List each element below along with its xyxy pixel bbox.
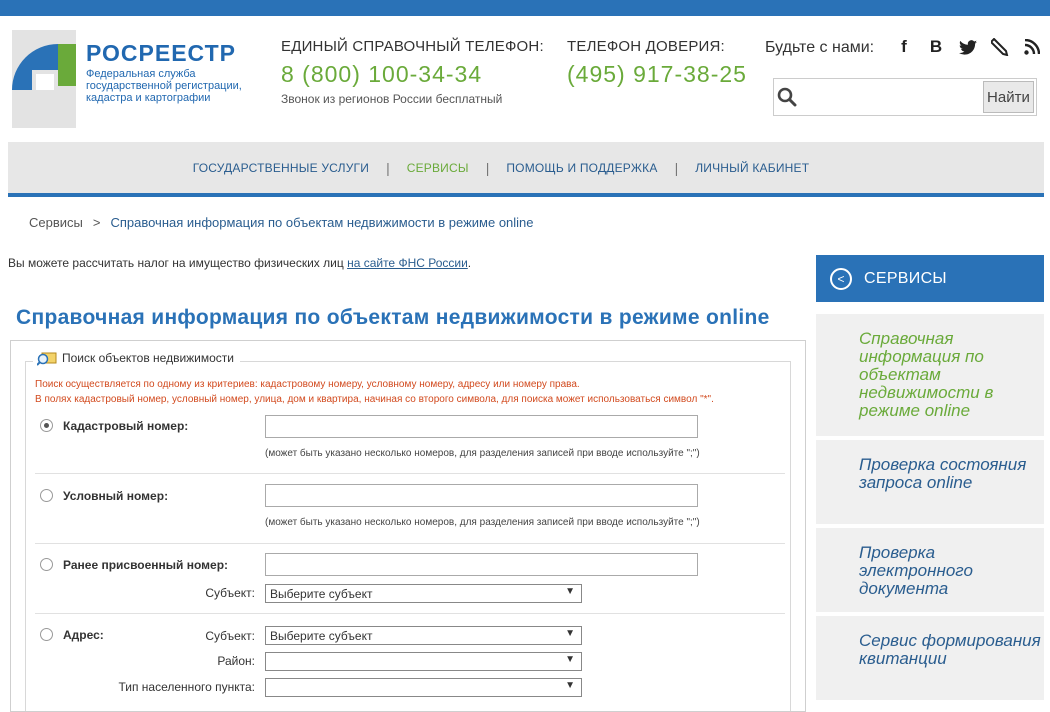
previous-subject-label: Субъект: xyxy=(205,586,255,600)
breadcrumb: Сервисы > Справочная информация по объекта… xyxy=(29,215,534,230)
nav-item-services[interactable]: СЕРВИСЫ xyxy=(407,161,469,175)
search-button[interactable]: Найти xyxy=(982,81,1034,113)
dropdown-arrow-icon: ▼ xyxy=(565,654,575,665)
page-title: Справочная информация по объектам недвиж… xyxy=(16,306,770,329)
row-divider xyxy=(35,613,785,614)
rosreestr-emblem-icon xyxy=(12,30,76,128)
sidebar-title: СЕРВИСЫ xyxy=(864,269,947,287)
tax-note-text: Вы можете рассчитать налог на имущество … xyxy=(8,256,348,270)
nav-item-cabinet[interactable]: ЛИЧНЫЙ КАБИНЕТ xyxy=(695,161,809,175)
note-line: В полях кадастровый номер, условный номе… xyxy=(35,394,714,405)
logo-title: РОСРЕЕСТР xyxy=(86,40,236,66)
cadastral-radio[interactable] xyxy=(40,419,53,432)
nav-separator: | xyxy=(674,159,679,176)
sidebar-item-receipt-service[interactable]: Сервис формирования квитанции xyxy=(816,616,1044,700)
breadcrumb-current: Справочная информация по объектам недвиж… xyxy=(110,215,534,230)
conditional-label: Условный номер: xyxy=(63,489,169,503)
conditional-input[interactable] xyxy=(265,484,698,507)
trust-line-block: ТЕЛЕФОН ДОВЕРИЯ: (495) 917-38-25 xyxy=(567,38,747,88)
search-icon xyxy=(774,79,800,115)
hotline-note: Звонок из регионов России бесплатный xyxy=(281,92,503,106)
select-value: Выберите субъект xyxy=(270,587,373,601)
hotline-number[interactable]: 8 (800) 100-34-34 xyxy=(281,61,544,88)
social-label: Будьте с нами: xyxy=(765,39,875,56)
legend-text: Поиск объектов недвижимости xyxy=(62,351,235,365)
cadastral-input[interactable] xyxy=(265,415,698,438)
dropdown-arrow-icon: ▼ xyxy=(565,680,575,691)
sidebar-item-request-status[interactable]: Проверка состояния запроса online xyxy=(816,440,1044,524)
sidebar-item-edoc-check[interactable]: Проверка электронного документа xyxy=(816,528,1044,612)
search-box: Найти xyxy=(773,78,1037,116)
settlement-type-label: Тип населенного пункта: xyxy=(118,680,255,694)
row-divider xyxy=(35,473,785,474)
livejournal-icon[interactable] xyxy=(989,36,1011,58)
fieldset-legend: Поиск объектов недвижимости xyxy=(33,350,241,366)
nav-separator: | xyxy=(386,159,390,176)
previous-number-input[interactable] xyxy=(265,553,698,576)
sidebar-item-reference-info[interactable]: Справочная информация по объектам недвиж… xyxy=(816,314,1044,436)
dropdown-arrow-icon: ▼ xyxy=(565,586,575,597)
conditional-hint: (может быть указано несколько номеров, д… xyxy=(265,517,700,528)
twitter-icon[interactable] xyxy=(957,36,979,58)
social-links: f B xyxy=(893,36,1043,58)
address-subject-label: Субъект: xyxy=(205,629,255,643)
breadcrumb-root[interactable]: Сервисы xyxy=(29,215,83,230)
previous-number-radio[interactable] xyxy=(40,558,53,571)
search-input[interactable] xyxy=(799,79,981,115)
fns-link[interactable]: на сайте ФНС России xyxy=(347,256,468,270)
logo-subtitle-line: Федеральная служба xyxy=(86,68,196,80)
logo-subtitle-line: кадастра и картографии xyxy=(86,92,211,104)
select-value: Выберите субъект xyxy=(270,629,373,643)
address-subject-select[interactable]: Выберите субъект ▼ xyxy=(265,626,582,645)
district-select[interactable]: ▼ xyxy=(265,652,582,671)
district-label: Район: xyxy=(217,654,255,668)
previous-subject-select[interactable]: Выберите субъект ▼ xyxy=(265,584,582,603)
nav-item-help[interactable]: ПОМОЩЬ И ПОДДЕРЖКА xyxy=(506,161,657,175)
search-form-panel: Поиск объектов недвижимости Поиск осущес… xyxy=(10,340,806,712)
logo-subtitle-line: государственной регистрации, xyxy=(86,80,242,92)
trust-line-number[interactable]: (495) 917-38-25 xyxy=(567,61,747,88)
nav-separator: | xyxy=(485,159,490,176)
breadcrumb-arrow: > xyxy=(92,215,101,230)
row-divider xyxy=(35,543,785,544)
address-radio[interactable] xyxy=(40,628,53,641)
tax-note-end: . xyxy=(467,256,472,270)
rss-icon[interactable] xyxy=(1021,36,1043,58)
logo[interactable]: РОСРЕЕСТР Федеральная служба государстве… xyxy=(12,30,252,130)
nav-item-gov-services[interactable]: ГОСУДАРСТВЕННЫЕ УСЛУГИ xyxy=(193,161,369,175)
logo-subtitle: Федеральная служба государственной регис… xyxy=(86,68,261,104)
search-objects-icon xyxy=(36,350,57,366)
facebook-icon[interactable]: f xyxy=(893,36,915,58)
conditional-radio[interactable] xyxy=(40,489,53,502)
settlement-type-select[interactable]: ▼ xyxy=(265,678,582,697)
hotline-block: ЕДИНЫЙ СПРАВОЧНЫЙ ТЕЛЕФОН: 8 (800) 100-3… xyxy=(281,38,544,106)
main-nav: ГОСУДАРСТВЕННЫЕ УСЛУГИ | СЕРВИСЫ | ПОМОЩ… xyxy=(8,142,1044,197)
top-accent-bar xyxy=(0,0,1050,16)
cadastral-hint: (может быть указано несколько номеров, д… xyxy=(265,448,700,459)
chevron-left-icon[interactable]: < xyxy=(830,267,852,290)
cadastral-label: Кадастровый номер: xyxy=(63,419,189,433)
previous-number-label: Ранее присвоенный номер: xyxy=(63,558,229,572)
search-notes: Поиск осуществляется по одному из критер… xyxy=(35,377,714,407)
hotline-label: ЕДИНЫЙ СПРАВОЧНЫЙ ТЕЛЕФОН: xyxy=(281,38,544,55)
dropdown-arrow-icon: ▼ xyxy=(565,628,575,639)
tax-note: Вы можете рассчитать налог на имущество … xyxy=(8,256,471,270)
sidebar-header[interactable]: < СЕРВИСЫ xyxy=(816,255,1044,302)
note-line: Поиск осуществляется по одному из критер… xyxy=(35,379,580,390)
vk-icon[interactable]: B xyxy=(925,36,947,58)
trust-line-label: ТЕЛЕФОН ДОВЕРИЯ: xyxy=(567,38,725,55)
